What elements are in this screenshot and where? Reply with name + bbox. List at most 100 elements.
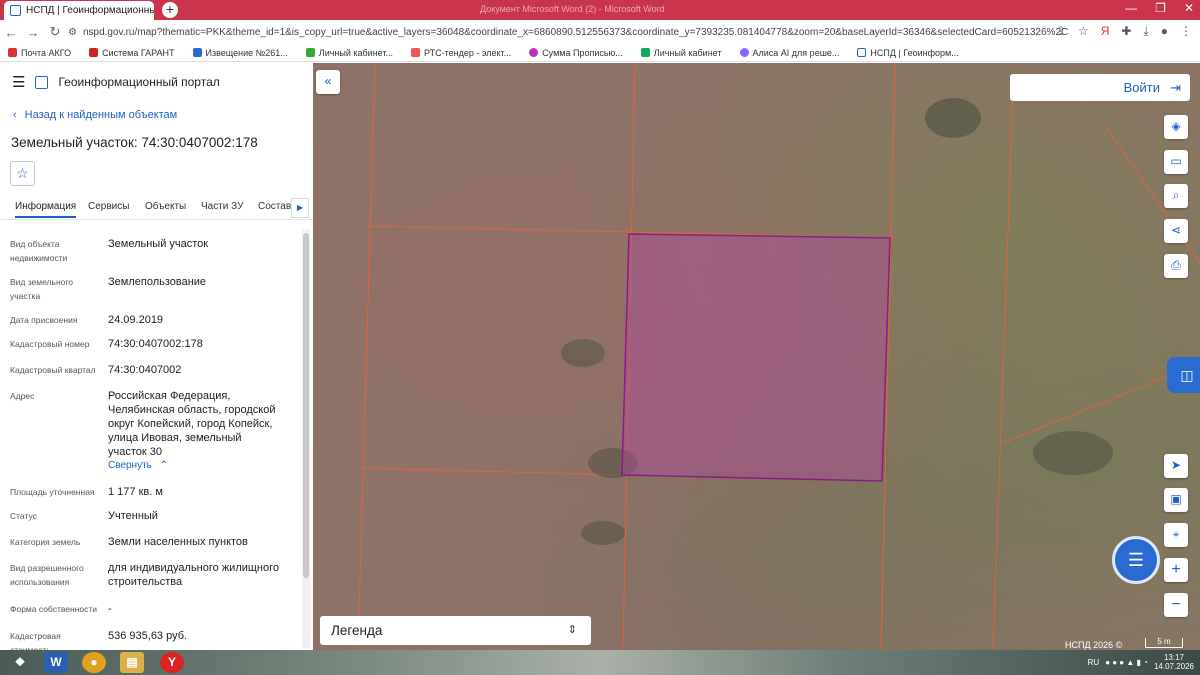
field-label: Кадастровый квартал — [10, 365, 96, 375]
mail-icon — [8, 48, 17, 57]
toolbar-icons: ⇪ ☆ Я ✚ ⤓ ● ⋮ — [1056, 24, 1192, 39]
extension-icon[interactable]: ✚ — [1121, 24, 1131, 39]
ruler-icon[interactable]: ▭ — [1164, 150, 1188, 174]
field-label: Вид разрешенного использования — [10, 563, 84, 587]
tab-title: НСПД | Геоинформационный п — [26, 5, 154, 16]
alisa-icon — [739, 48, 749, 57]
legend-dropdown[interactable]: Легенда ⇕ — [320, 616, 591, 645]
chevron-updown-icon: ⇕ — [567, 624, 577, 636]
login-button[interactable]: Войти ⇥ — [1010, 74, 1190, 101]
extension-tab-icon[interactable]: ◫ — [1167, 357, 1200, 393]
share-icon[interactable]: ⇪ — [1056, 24, 1066, 39]
chrome-icon[interactable]: ● — [82, 652, 106, 673]
word-icon[interactable]: W — [44, 652, 68, 673]
map-copyright: НСПД 2026 © — [1065, 640, 1123, 650]
login-arrow-icon: ⇥ — [1170, 80, 1181, 95]
cabinet-icon — [640, 48, 650, 57]
garant-icon — [89, 48, 99, 57]
yandex-icon[interactable]: Я — [1101, 24, 1110, 39]
field-label: Адрес — [10, 391, 35, 401]
bookmark-item[interactable]: Система ГАРАНТ — [89, 48, 175, 58]
selected-parcel[interactable] — [621, 233, 891, 482]
bookmark-item[interactable]: Сумма Прописью... — [529, 48, 623, 58]
tree-shadow — [581, 521, 625, 545]
field-value: 74:30:0407002 — [108, 364, 182, 376]
time: 13:17 — [1163, 653, 1184, 662]
share-icon[interactable]: ⋖ — [1164, 219, 1188, 243]
chat-icon[interactable]: ☰ — [1112, 536, 1160, 584]
start-icon[interactable]: ❖ — [8, 652, 32, 673]
boundary-line — [992, 92, 1014, 650]
bookmark-item[interactable]: Алиса AI для реше... — [739, 48, 839, 58]
field-value: - — [108, 603, 112, 615]
search-location-icon[interactable]: ⌖ — [1164, 523, 1188, 547]
minimize-icon[interactable]: — — [1125, 1, 1137, 15]
field-label: Категория земель — [10, 537, 81, 547]
close-window-icon[interactable]: ✕ — [1184, 1, 1194, 15]
field-label: Форма собственности — [10, 604, 97, 614]
hamburger-menu-icon[interactable]: ☰ — [12, 73, 25, 91]
address-value: Российская Федерация, Челябинская област… — [108, 390, 276, 458]
chevron-up-icon: ⌃ — [159, 460, 169, 471]
map-overlay — [357, 63, 1200, 650]
zoom-in-button[interactable]: + — [1164, 558, 1188, 582]
download-icon[interactable]: ⤓ — [1143, 24, 1148, 39]
panel-scrollbar[interactable] — [302, 229, 310, 649]
maximize-icon[interactable]: ❐ — [1155, 1, 1166, 15]
tray-icons[interactable]: ● ● ● ▲ ▮ ◔ — [1105, 658, 1148, 667]
field-value: 74:30:0407002:178 — [108, 338, 203, 350]
explorer-icon[interactable]: ▤ — [120, 652, 144, 673]
address-bar[interactable]: ⚙ nspd.gov.ru/map?thematic=PKK&theme_id=… — [68, 23, 1068, 41]
language-indicator[interactable]: RU — [1088, 658, 1100, 667]
tree-shadow — [1033, 431, 1113, 475]
yandex-browser-icon[interactable]: Y — [160, 652, 184, 673]
cabinet-icon — [305, 48, 315, 57]
clock[interactable]: 13:17 14.07.2026 — [1154, 653, 1194, 671]
field-value: 536 935,63 руб. — [108, 630, 188, 642]
collapse-panel-button[interactable]: « — [316, 70, 340, 94]
profile-icon[interactable]: ● — [1161, 24, 1168, 39]
tab-composition[interactable]: Состав — [258, 201, 291, 212]
select-area-icon[interactable]: ⌕ — [1164, 184, 1188, 208]
print-icon[interactable]: ⎙ — [1164, 254, 1188, 278]
tab-services[interactable]: Сервисы — [88, 201, 129, 212]
browser-toolbar: ← → ↻ ⚙ nspd.gov.ru/map?thematic=PKK&the… — [0, 20, 1200, 44]
collapse-link[interactable]: Свернуть ⌃ — [108, 460, 168, 471]
new-tab-button[interactable]: + — [162, 2, 178, 18]
zoom-out-button[interactable]: − — [1164, 593, 1188, 617]
bookmark-item[interactable]: НСПД | Геоинформ... — [857, 48, 959, 58]
bookmark-item[interactable]: Личный кабинет... — [305, 48, 393, 58]
field-value: Учтенный — [108, 510, 158, 522]
forward-arrow-icon[interactable]: → — [22, 25, 44, 40]
bookmark-star-icon[interactable]: ☆ — [1078, 24, 1089, 39]
back-arrow-icon[interactable]: ← — [0, 25, 22, 40]
bookmark-item[interactable]: РТС-тендер - элект... — [411, 48, 511, 58]
favorite-star-button[interactable]: ☆ — [10, 161, 35, 186]
site-info-icon[interactable]: ⚙ — [68, 27, 77, 38]
window-title: Документ Microsoft Word (2) - Microsoft … — [480, 4, 665, 14]
layers-icon[interactable]: ◈ — [1164, 115, 1188, 139]
bookmark-item[interactable]: Почта АКГО — [8, 48, 71, 58]
browser-tab[interactable]: НСПД | Геоинформационный п ✕ — [4, 1, 154, 20]
scrollbar-thumb[interactable] — [303, 233, 309, 578]
tab-parts[interactable]: Части ЗУ — [201, 201, 243, 212]
url-text: nspd.gov.ru/map?thematic=PKK&theme_id=1&… — [82, 26, 1068, 38]
tab-information[interactable]: Информация — [15, 201, 77, 218]
basemap-icon[interactable]: ▣ — [1164, 488, 1188, 512]
field-value: Земельный участок — [108, 238, 209, 250]
map-view[interactable]: « Войти ⇥ ◈ ▭ ⌕ ⋖ ⎙ ◫ ➤ ▣ ⌖ + − ☰ Легенд… — [313, 63, 1200, 650]
bookmark-item[interactable]: Извещение №261... — [192, 48, 288, 58]
field-label: Кадастровая стоимость — [10, 631, 61, 650]
field-label: Дата присвоения — [10, 315, 78, 325]
field-label: Кадастровый номер — [10, 339, 90, 349]
geolocation-icon[interactable]: ➤ — [1164, 454, 1188, 478]
tree-shadow — [561, 339, 605, 367]
tabs-scroll-right-button[interactable]: ▶ — [291, 198, 309, 218]
boundary-line — [360, 467, 624, 476]
tab-objects[interactable]: Объекты — [145, 201, 186, 212]
back-link[interactable]: ‹ Назад к найденным объектам — [13, 109, 177, 121]
menu-dots-icon[interactable]: ⋮ — [1180, 24, 1192, 39]
bookmark-item[interactable]: Личный кабинет — [640, 48, 722, 58]
nspd-icon — [857, 48, 867, 57]
reload-icon[interactable]: ↻ — [44, 24, 66, 40]
